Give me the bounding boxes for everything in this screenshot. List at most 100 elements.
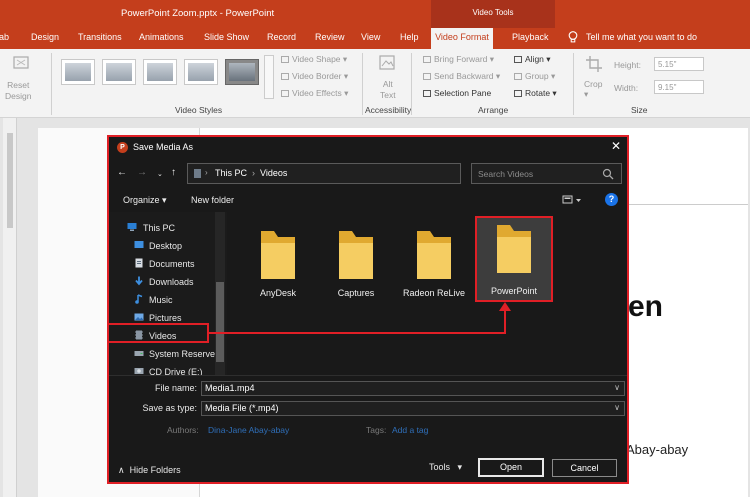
group-icon xyxy=(514,73,522,81)
tags-value[interactable]: Add a tag xyxy=(392,425,428,435)
selection-pane-icon xyxy=(423,90,431,98)
video-shape-icon xyxy=(281,56,289,64)
video-border-button[interactable]: Video Border ▾ xyxy=(281,71,348,82)
video-style-thumb[interactable] xyxy=(143,59,177,85)
chevron-down-icon[interactable]: ∨ xyxy=(614,383,620,392)
view-options-icon[interactable] xyxy=(562,195,584,205)
tab-view[interactable]: View xyxy=(361,32,380,42)
height-input[interactable]: 5.15" xyxy=(654,57,704,71)
breadcrumb-videos[interactable]: Videos xyxy=(260,168,287,178)
video-tools-context-band: Video Tools xyxy=(431,0,555,28)
send-backward-button[interactable]: Send Backward ▾ xyxy=(423,71,500,82)
tools-button[interactable]: Tools ▾ xyxy=(429,462,462,473)
editor-scroll-thumb[interactable] xyxy=(7,133,13,228)
video-style-thumb[interactable] xyxy=(184,59,218,85)
search-input[interactable] xyxy=(478,167,598,181)
cancel-button[interactable]: Cancel xyxy=(552,459,617,477)
video-effects-icon xyxy=(281,90,289,98)
tab-playback[interactable]: Playback xyxy=(512,32,549,42)
forward-arrow-icon[interactable]: → xyxy=(137,167,147,178)
search-box[interactable] xyxy=(471,163,622,184)
save-options-panel: File name: Media1.mp4 ∨ Save as type: Me… xyxy=(109,375,627,482)
tab-help[interactable]: Help xyxy=(400,32,419,42)
up-arrow-icon[interactable]: ↑ xyxy=(171,167,176,178)
chevron-up-icon: ∧ xyxy=(118,465,125,475)
breadcrumb-this-pc[interactable]: This PC xyxy=(215,168,247,178)
ribbon: Reset Design Video Shape ▾ Video Border … xyxy=(0,49,750,118)
music-icon xyxy=(135,294,143,304)
nav-item-label: System Reservec xyxy=(149,349,220,359)
nav-pane-scrollbar[interactable] xyxy=(215,212,225,375)
video-effects-button[interactable]: Video Effects ▾ xyxy=(281,88,348,99)
dialog-title: Save Media As xyxy=(133,142,194,152)
nav-item-desktop[interactable]: Desktop xyxy=(109,237,215,255)
folder-radeon-relive[interactable]: Radeon ReLive xyxy=(398,221,470,307)
reset-design-button[interactable]: Reset Design xyxy=(5,80,31,102)
rotate-button[interactable]: Rotate ▾ xyxy=(514,88,557,99)
tab-animations[interactable]: Animations xyxy=(139,32,184,42)
bring-forward-button[interactable]: Bring Forward ▾ xyxy=(423,54,494,65)
nav-item-this-pc[interactable]: This PC xyxy=(109,219,215,237)
close-icon[interactable]: ✕ xyxy=(611,139,621,153)
authors-label: Authors: xyxy=(167,425,199,435)
nav-pane-scroll-thumb[interactable] xyxy=(216,282,224,362)
path-chevron-icon: › xyxy=(205,168,208,177)
file-name-field[interactable]: Media1.mp4 ∨ xyxy=(201,381,625,396)
width-input[interactable]: 9.15" xyxy=(654,80,704,94)
new-folder-button[interactable]: New folder xyxy=(191,195,234,205)
ribbon-separator xyxy=(51,53,52,115)
nav-item-label: Documents xyxy=(149,259,195,269)
authors-value[interactable]: Dina-Jane Abay-abay xyxy=(208,425,289,435)
tell-me-search[interactable]: Tell me what you want to do xyxy=(586,32,697,42)
folder-captures[interactable]: Captures xyxy=(320,221,392,307)
align-icon xyxy=(514,56,522,64)
video-shape-button[interactable]: Video Shape ▾ xyxy=(281,54,347,65)
nav-item-documents[interactable]: Documents xyxy=(109,255,215,273)
folder-powerpoint[interactable]: PowerPoint xyxy=(475,216,553,302)
bring-forward-icon xyxy=(423,56,431,64)
save-as-type-select[interactable]: Media File (*.mp4) ∨ xyxy=(201,401,625,416)
chevron-down-icon[interactable]: ∨ xyxy=(614,403,620,412)
group-label-video-styles: Video Styles xyxy=(175,105,223,115)
help-icon[interactable]: ? xyxy=(605,193,618,206)
video-border-icon xyxy=(281,73,289,81)
open-button[interactable]: Open xyxy=(478,458,544,477)
downloads-icon xyxy=(135,276,143,286)
nav-item-music[interactable]: Music xyxy=(109,291,215,309)
back-arrow-icon[interactable]: ← xyxy=(117,167,127,178)
folder-label: Radeon ReLive xyxy=(402,288,466,298)
tab-transitions[interactable]: Transitions xyxy=(78,32,122,42)
tab-video-format[interactable]: Video Format xyxy=(431,28,493,49)
tab-review[interactable]: Review xyxy=(315,32,345,42)
nav-item-label: Desktop xyxy=(149,241,183,251)
selection-pane-button[interactable]: Selection Pane xyxy=(423,88,491,98)
pictures-icon xyxy=(134,313,144,321)
address-bar[interactable]: › This PC›Videos ∨ ↻ xyxy=(187,163,535,184)
crop-button[interactable]: Crop ▾ xyxy=(584,79,602,100)
folder-icon xyxy=(417,231,451,279)
nav-item-label: Music xyxy=(149,295,173,305)
tab-record[interactable]: Record xyxy=(267,32,296,42)
video-style-thumb[interactable] xyxy=(102,59,136,85)
video-tools-label: Video Tools xyxy=(472,8,514,17)
rotate-icon xyxy=(514,90,522,98)
hide-folders-button[interactable]: ∧ Hide Folders xyxy=(118,465,181,476)
video-style-thumb[interactable] xyxy=(61,59,95,85)
ribbon-separator xyxy=(411,53,412,115)
video-style-thumb-selected[interactable] xyxy=(225,59,259,85)
tab-slide-show[interactable]: Slide Show xyxy=(204,32,249,42)
folder-anydesk[interactable]: AnyDesk xyxy=(242,221,314,307)
gallery-scroll[interactable] xyxy=(264,55,274,99)
nav-item-system-reserved[interactable]: System Reservec xyxy=(109,345,220,363)
folder-icon xyxy=(339,231,373,279)
videos-highlight-box xyxy=(107,323,209,343)
group-button[interactable]: Group ▾ xyxy=(514,71,555,82)
nav-item-downloads[interactable]: Downloads xyxy=(109,273,215,291)
nav-item-label: Downloads xyxy=(149,277,194,287)
tab-design[interactable]: Design xyxy=(31,32,59,42)
align-button[interactable]: Align ▾ xyxy=(514,54,551,65)
recent-locations-icon[interactable]: ⌄ xyxy=(157,170,163,178)
tab-ab[interactable]: ab xyxy=(0,32,9,42)
organize-button[interactable]: Organize ▾ xyxy=(123,195,167,206)
alt-text-button[interactable]: Alt Text xyxy=(380,79,396,101)
